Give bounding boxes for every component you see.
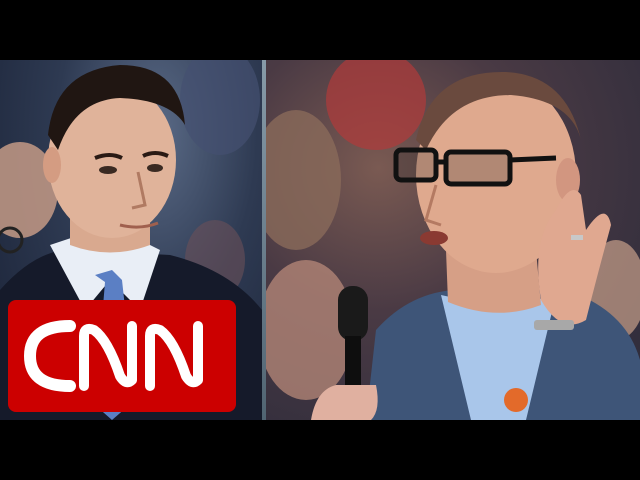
cnn-logo-mark [8,300,236,412]
video-frame [0,0,640,480]
speaker-illustration [266,60,640,420]
letterbox-bottom [0,420,640,480]
video-area [0,60,640,420]
right-panel-speaker [266,60,640,420]
cnn-logo [8,300,236,412]
letterbox-top [0,0,640,60]
